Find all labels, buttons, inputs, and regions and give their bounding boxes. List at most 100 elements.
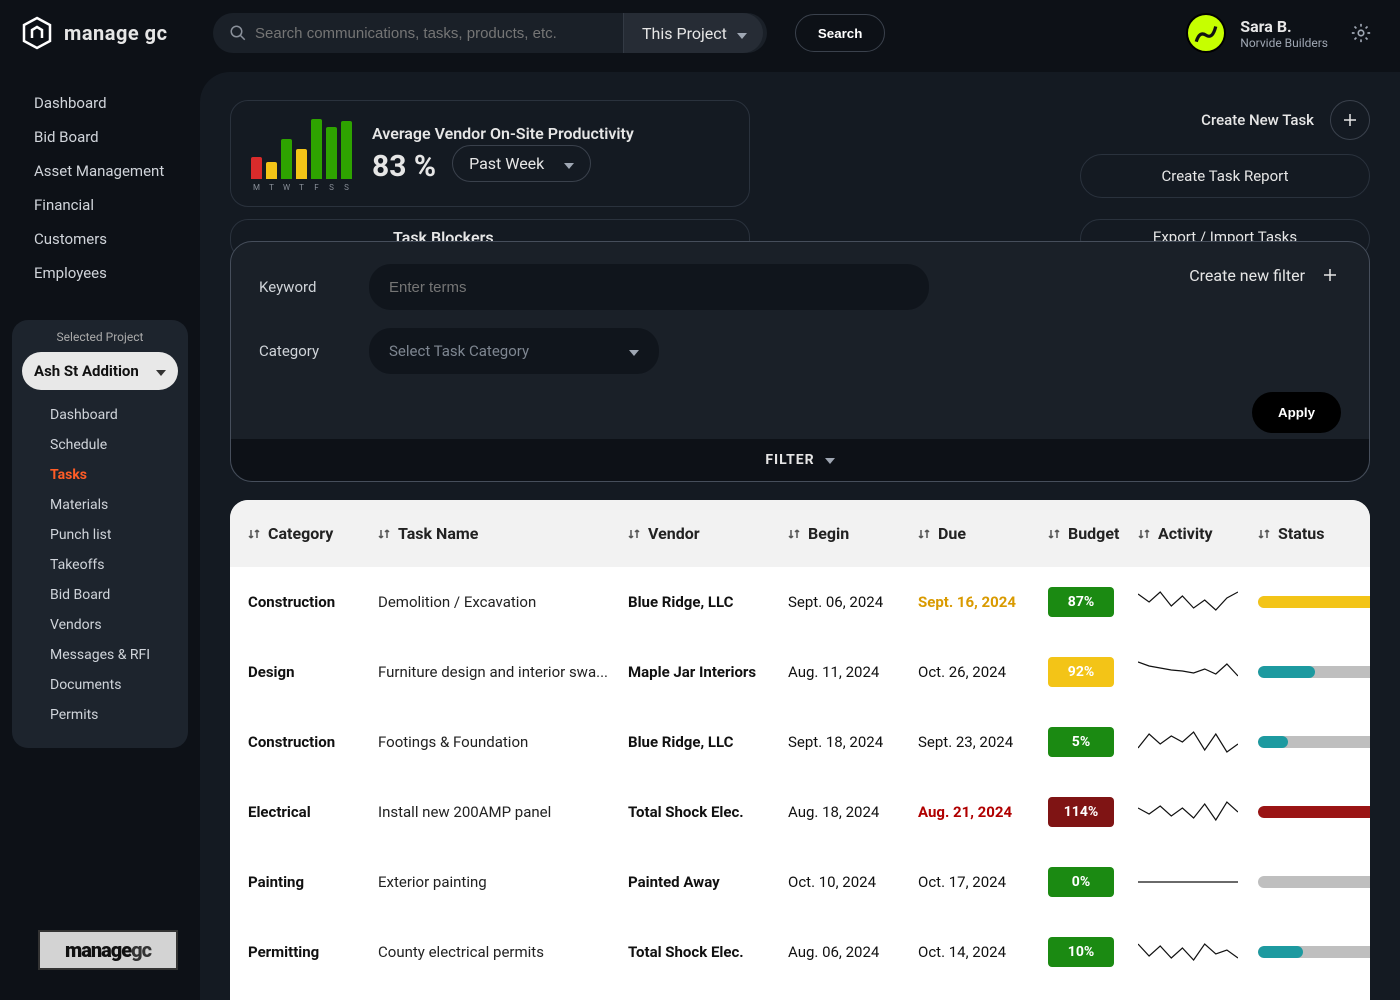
user-block: Sara B. Norvide Builders (1186, 13, 1372, 53)
project-nav-messages-rfi[interactable]: Messages & RFI (12, 640, 188, 670)
sort-icon (378, 527, 390, 541)
cell-budget: 87% (1048, 587, 1138, 617)
kpi-day-label: T (296, 183, 307, 192)
cell-budget: 92% (1048, 657, 1138, 687)
project-nav-permits[interactable]: Permits (12, 700, 188, 730)
sort-icon (248, 527, 260, 541)
cell-status (1258, 736, 1370, 748)
table-row[interactable]: ElectricalInstall new 200AMP panelTotal … (230, 777, 1370, 847)
table-row[interactable]: PaintingExterior paintingPainted AwayOct… (230, 847, 1370, 917)
column-header-category[interactable]: Category (248, 524, 378, 543)
project-nav-punch-list[interactable]: Punch list (12, 520, 188, 550)
cell-activity (1138, 590, 1258, 614)
project-nav-materials[interactable]: Materials (12, 490, 188, 520)
filter-category-select[interactable]: Select Task Category (369, 328, 659, 374)
search-bar: This Project (213, 13, 767, 53)
cell-activity (1138, 940, 1258, 964)
column-header-begin[interactable]: Begin (788, 524, 918, 543)
search-scope-select[interactable]: This Project (623, 13, 763, 53)
kpi-bar (311, 119, 322, 179)
table-row[interactable]: ConstructionDemolition / ExcavationBlue … (230, 567, 1370, 637)
cell-task-name: Demolition / Excavation (378, 593, 628, 611)
brand-logo-icon (20, 16, 54, 50)
sort-icon (1258, 527, 1270, 541)
sidebar-item-financial[interactable]: Financial (0, 188, 200, 222)
kpi-period-select[interactable]: Past Week (452, 145, 591, 182)
kpi-bar (266, 162, 277, 179)
create-new-filter-button[interactable] (1319, 264, 1341, 286)
filter-category-label: Category (259, 342, 369, 360)
table-row[interactable]: PlumbingSewer main line extensionHunter … (230, 987, 1370, 1000)
cell-due: Sept. 23, 2024 (918, 733, 1048, 751)
kpi-chart: MTWTFSS (251, 115, 352, 192)
table-row[interactable]: PermittingCounty electrical permitsTotal… (230, 917, 1370, 987)
cell-begin: Oct. 10, 2024 (788, 873, 918, 891)
cell-begin: Aug. 11, 2024 (788, 663, 918, 681)
cell-category: Design (248, 663, 378, 681)
sidebar-item-customers[interactable]: Customers (0, 222, 200, 256)
kpi-period-label: Past Week (469, 154, 544, 173)
kpi-day-label: S (341, 183, 352, 192)
cell-budget: 0% (1048, 867, 1138, 897)
column-header-vendor[interactable]: Vendor (628, 524, 788, 543)
filter-card: Create new filter Keyword Category Selec… (230, 241, 1370, 482)
chevron-down-icon (825, 452, 835, 468)
cell-begin: Aug. 06, 2024 (788, 943, 918, 961)
cell-category: Permitting (248, 943, 378, 961)
sidebar-item-asset-management[interactable]: Asset Management (0, 154, 200, 188)
filter-apply-button[interactable]: Apply (1252, 392, 1341, 433)
kpi-bar (251, 157, 262, 179)
column-header-activity[interactable]: Activity (1138, 524, 1258, 543)
filter-collapse-bar[interactable]: FILTER (231, 439, 1369, 481)
project-nav-vendors[interactable]: Vendors (12, 610, 188, 640)
column-header-budget[interactable]: Budget (1048, 524, 1138, 543)
project-nav-schedule[interactable]: Schedule (12, 430, 188, 460)
table-row[interactable]: ConstructionFootings & FoundationBlue Ri… (230, 707, 1370, 777)
cell-activity (1138, 800, 1258, 824)
sidebar-item-dashboard[interactable]: Dashboard (0, 86, 200, 120)
chevron-down-icon (737, 24, 747, 43)
project-nav-tasks[interactable]: Tasks (12, 460, 188, 490)
settings-button[interactable] (1350, 22, 1372, 44)
table-row[interactable]: DesignFurniture design and interior swa.… (230, 637, 1370, 707)
column-header-task-name[interactable]: Task Name (378, 524, 628, 543)
avatar[interactable] (1186, 13, 1226, 53)
project-nav-takeoffs[interactable]: Takeoffs (12, 550, 188, 580)
sidebar-item-employees[interactable]: Employees (0, 256, 200, 290)
sort-icon (1048, 527, 1060, 541)
cell-budget: 10% (1048, 937, 1138, 967)
cell-activity (1138, 660, 1258, 684)
sort-icon (1138, 527, 1150, 541)
cell-due: Oct. 17, 2024 (918, 873, 1048, 891)
cell-due: Oct. 26, 2024 (918, 663, 1048, 681)
sort-icon (788, 527, 800, 541)
main: MTWTFSS Average Vendor On-Site Productiv… (200, 72, 1400, 1000)
sidebar-item-bid-board[interactable]: Bid Board (0, 120, 200, 154)
column-header-due[interactable]: Due (918, 524, 1048, 543)
create-task-report-button[interactable]: Create Task Report (1080, 154, 1370, 198)
kpi-day-label: M (251, 183, 262, 192)
search-input[interactable] (255, 25, 615, 42)
cell-status (1258, 596, 1370, 608)
project-select[interactable]: Ash St Addition (22, 352, 178, 390)
filter-keyword-input[interactable] (389, 279, 909, 296)
search-icon (229, 24, 247, 42)
cell-category: Construction (248, 733, 378, 751)
user-company: Norvide Builders (1240, 36, 1328, 50)
cell-budget: 5% (1048, 727, 1138, 757)
project-card: Selected Project Ash St Addition Dashboa… (12, 320, 188, 748)
kpi-bar (326, 127, 337, 179)
column-header-status[interactable]: Status (1258, 524, 1370, 543)
gear-icon (1350, 22, 1372, 44)
project-nav-documents[interactable]: Documents (12, 670, 188, 700)
project-nav-bid-board[interactable]: Bid Board (12, 580, 188, 610)
search-button[interactable]: Search (795, 14, 885, 52)
filter-keyword-control (369, 264, 929, 310)
cell-task-name: Furniture design and interior swa... (378, 663, 628, 681)
create-new-task-button[interactable] (1330, 100, 1370, 140)
project-nav-dashboard[interactable]: Dashboard (12, 400, 188, 430)
filter-category-placeholder: Select Task Category (389, 342, 529, 360)
avatar-icon (1193, 20, 1219, 46)
filter-bar-label: FILTER (765, 452, 814, 468)
chevron-down-icon (629, 342, 639, 360)
